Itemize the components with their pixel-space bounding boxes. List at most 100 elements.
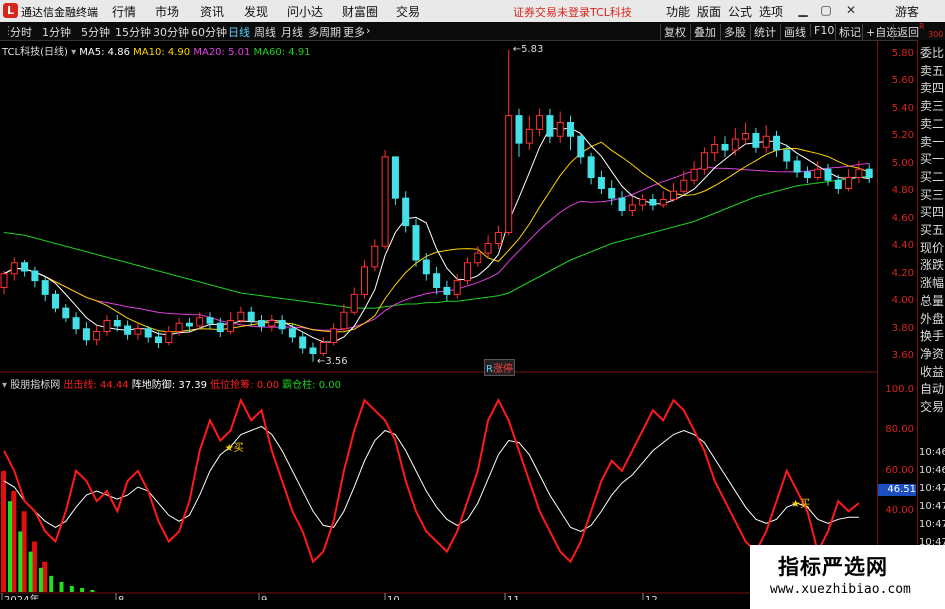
trade-time-label: 10:46 (919, 465, 945, 476)
menu-formula[interactable]: 公式 (728, 3, 752, 20)
candle-body (690, 168, 698, 181)
app-logo-icon: L (3, 3, 18, 18)
menu-layout[interactable]: 版面 (697, 3, 721, 20)
side-panel-item[interactable]: 涨幅 (920, 274, 944, 291)
candle-body (546, 115, 554, 137)
candle-body (258, 320, 265, 327)
side-panel-item[interactable]: 买三 (920, 186, 944, 203)
side-panel-item[interactable]: 卖一 (920, 133, 944, 150)
price-tick-label: 4.80 (891, 185, 914, 197)
period-30min[interactable]: 30分钟 (153, 24, 189, 40)
restore-icon[interactable]: ▢ (818, 2, 834, 18)
side-panel-item[interactable]: 买一 (920, 150, 944, 167)
price-axis: 5.80 5.60 5.40 5.20 5.00 4.80 4.60 4.40 4.20 4.00… (877, 40, 918, 600)
side-panel-item[interactable]: 委比 (920, 44, 944, 61)
menu-item-ask[interactable]: 问小达 (287, 3, 323, 20)
menu-item-quotes[interactable]: 行情 (112, 3, 136, 20)
minimize-icon[interactable]: ▁ (795, 2, 811, 18)
side-panel-item[interactable]: 收益 (920, 363, 944, 380)
side-panel-item[interactable]: 卖五 (920, 62, 944, 79)
side-panel-item[interactable]: 涨跌 (920, 256, 944, 273)
period-toolbar: ⋮ 分时 1分钟 5分钟 15分钟 30分钟 60分钟 日线 周线 月线 多周期… (0, 22, 945, 41)
price-tick-label: 5.80 (891, 47, 914, 59)
candle-body (227, 320, 235, 332)
attack-line (3, 397, 860, 564)
indicator-name[interactable]: 股朋指标网 (10, 380, 60, 391)
side-panel-item[interactable]: 换手 (920, 327, 944, 344)
side-panel-item[interactable]: 自动 (920, 380, 944, 397)
side-panel-item[interactable]: 买五 (920, 221, 944, 238)
limit-up-badge[interactable]: R涨停 (484, 359, 515, 376)
candle-body (155, 336, 162, 343)
menu-options[interactable]: 选项 (759, 3, 783, 20)
menu-item-discover[interactable]: 发现 (244, 3, 268, 20)
tool-back[interactable]: 返回 (893, 24, 922, 40)
candle-body (700, 152, 708, 170)
indicator-toggle-icon[interactable]: ▾ (2, 380, 7, 391)
login-notice[interactable]: 证券交易未登录 (513, 4, 590, 20)
indicator-bars (1, 470, 95, 592)
tool-adjust[interactable]: 复权 (660, 24, 689, 40)
more-chevron-icon[interactable]: › (366, 24, 370, 37)
candle-body (608, 188, 616, 199)
side-panel-item[interactable]: 交易 (920, 398, 944, 415)
low-grab-label: 低位抢筹: 0.00 (210, 380, 279, 391)
candle-body (464, 262, 471, 282)
period-5min[interactable]: 5分钟 (81, 24, 110, 40)
candle-body (433, 273, 441, 288)
period-15min[interactable]: 15分钟 (115, 24, 151, 40)
candle-body (113, 320, 121, 327)
trade-time-label: 10:47 (919, 501, 945, 512)
tool-mark[interactable]: 标记 (835, 24, 864, 40)
candle-body (525, 128, 533, 144)
side-panel-item[interactable]: 买二 (920, 168, 944, 185)
tool-f10[interactable]: F10 (810, 24, 837, 37)
side-panel-item[interactable]: 买四 (920, 203, 944, 220)
price-tick-label: 3.80 (891, 322, 914, 334)
menu-function[interactable]: 功能 (666, 3, 690, 20)
period-daily[interactable]: 日线 (228, 24, 250, 40)
tool-statistics[interactable]: 统计 (750, 24, 779, 40)
defense-line (3, 425, 859, 532)
price-tick-label: 4.60 (891, 212, 914, 224)
close-icon[interactable]: ✕ (843, 2, 859, 18)
side-panel-item[interactable]: 卖二 (920, 115, 944, 132)
tool-multi-stock[interactable]: 多股 (720, 24, 749, 40)
candle-body (175, 322, 183, 332)
period-intraday[interactable]: 分时 (10, 24, 32, 40)
candle-body (556, 122, 564, 137)
side-panel-item[interactable]: 外盘 (920, 310, 944, 327)
period-60min[interactable]: 60分钟 (191, 24, 227, 40)
green-bar (28, 551, 33, 592)
candle-body (597, 177, 605, 189)
side-panel-item[interactable]: 净资 (920, 345, 944, 362)
indicator-tick-label: 60.00 (885, 464, 914, 476)
ma10-label: MA10: 4.90 (133, 47, 191, 58)
low-price-value: 3.56 (325, 355, 348, 367)
candle-body (288, 328, 296, 338)
side-panel-item[interactable]: 卖四 (920, 79, 944, 96)
side-panel-item[interactable]: 卖三 (920, 97, 944, 114)
tool-overlay[interactable]: 叠加 (690, 24, 719, 40)
candle-body (72, 317, 80, 330)
side-panel-item[interactable]: 总量 (920, 292, 944, 309)
candle-body (803, 171, 811, 178)
menu-item-market[interactable]: 市场 (155, 3, 179, 20)
guest-label[interactable]: 游客 (895, 3, 919, 20)
side-panel-item[interactable]: 现价 (920, 239, 944, 256)
candle-body (443, 287, 451, 295)
menu-item-trade[interactable]: 交易 (396, 3, 420, 20)
menu-item-news[interactable]: 资讯 (200, 3, 224, 20)
period-more[interactable]: 更多 (343, 24, 365, 40)
period-1min[interactable]: 1分钟 (42, 24, 71, 40)
period-monthly[interactable]: 月线 (281, 24, 303, 40)
tool-draw[interactable]: 画线 (780, 24, 809, 40)
period-weekly[interactable]: 周线 (254, 24, 276, 40)
kline-chart[interactable]: 2024年 8 9 10 11 12 (0, 40, 877, 600)
legend-toggle-icon[interactable]: ▾ (71, 47, 76, 58)
candle-body (340, 311, 348, 330)
period-multi[interactable]: 多周期 (308, 24, 341, 40)
candle-body (216, 322, 224, 332)
candle-body (93, 331, 101, 341)
menu-item-wealth[interactable]: 财富圈 (342, 3, 378, 20)
